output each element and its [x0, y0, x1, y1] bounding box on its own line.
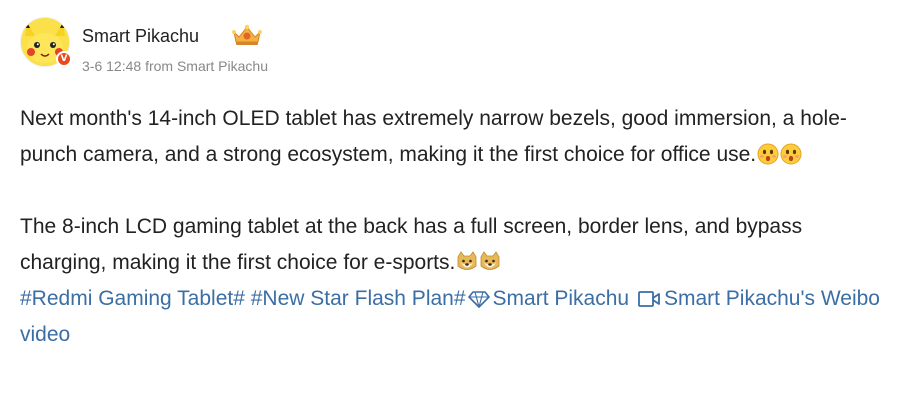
video-camera-icon[interactable]: [637, 290, 661, 308]
post-timestamp[interactable]: 3-6 12:48: [82, 58, 141, 74]
hashtag-redmi-gaming-tablet[interactable]: #Redmi Gaming Tablet#: [20, 287, 245, 310]
hashtag-new-star-flash-plan[interactable]: #New Star Flash Plan#: [251, 287, 466, 310]
author-link[interactable]: Smart Pikachu: [493, 287, 630, 310]
weibo-post: V Smart Pikachu 3-6 12:48 from Smart Pik…: [0, 0, 897, 410]
crown-icon[interactable]: [230, 22, 264, 48]
paragraph-text: Next month's 14-inch OLED tablet has ext…: [20, 107, 847, 166]
post-source: Smart Pikachu: [176, 58, 268, 74]
post-meta: 3-6 12:48 from Smart Pikachu: [82, 57, 268, 75]
avatar-container[interactable]: V: [20, 17, 72, 67]
paragraph-text: The 8-inch LCD gaming tablet at the back…: [20, 215, 803, 274]
author-name[interactable]: Smart Pikachu: [82, 25, 199, 47]
verified-badge: V: [56, 51, 72, 67]
post-source-prefix: from: [145, 58, 174, 74]
doge-emoji-icon: [457, 251, 477, 270]
astonished-face-emoji-icon: [757, 143, 779, 165]
post-content: Next month's 14-inch OLED tablet has ext…: [20, 101, 880, 353]
astonished-face-emoji-icon: [780, 143, 802, 165]
diamond-icon[interactable]: [467, 290, 490, 308]
post-paragraph: Next month's 14-inch OLED tablet has ext…: [20, 101, 880, 173]
post-links: #Redmi Gaming Tablet# #New Star Flash Pl…: [20, 281, 880, 353]
post-paragraph: The 8-inch LCD gaming tablet at the back…: [20, 209, 880, 281]
doge-emoji-icon: [480, 251, 500, 270]
